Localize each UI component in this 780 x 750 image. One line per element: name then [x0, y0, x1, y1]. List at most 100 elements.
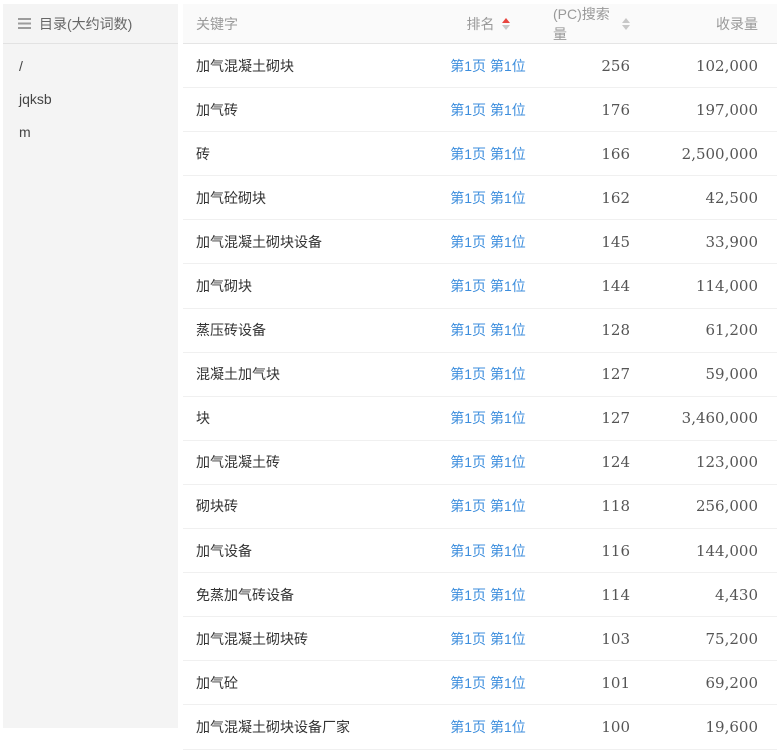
sidebar: 目录(大约词数) / jqksb m [3, 4, 178, 728]
column-header-search-volume[interactable]: (PC)搜索量 [553, 4, 633, 44]
rank-link[interactable]: 第1页 第1位 [450, 144, 525, 164]
search-volume-cell: 176 [553, 101, 633, 119]
rank-link[interactable]: 第1页 第1位 [450, 541, 525, 561]
sort-asc-icon[interactable] [622, 18, 630, 23]
index-count-cell: 61,200 [633, 321, 777, 339]
keyword-cell: 蒸压砖设备 [183, 320, 423, 340]
keyword-cell: 加气砖 [183, 100, 423, 120]
table-row: 加气砖 第1页 第1位 176 197,000 [183, 88, 777, 132]
table-row: 加气混凝土砌块砖 第1页 第1位 103 75,200 [183, 617, 777, 661]
rank-link[interactable]: 第1页 第1位 [450, 364, 525, 384]
keyword-cell: 加气混凝土砌块 [183, 56, 423, 76]
rank-link[interactable]: 第1页 第1位 [450, 56, 525, 76]
table-row: 加气设备 第1页 第1位 116 144,000 [183, 529, 777, 573]
table-body: 加气混凝土砌块 第1页 第1位 256 102,000 加气砖 第1页 第1位 … [183, 44, 777, 750]
rank-link[interactable]: 第1页 第1位 [450, 408, 525, 428]
keyword-cell: 砌块砖 [183, 496, 423, 516]
rank-header-label: 排名 [467, 14, 495, 34]
column-header-keyword: 关键字 [183, 14, 423, 34]
index-count-cell: 3,460,000 [633, 409, 777, 427]
list-icon [18, 18, 31, 29]
table-row: 砖 第1页 第1位 166 2,500,000 [183, 132, 777, 176]
table-row: 加气砼 第1页 第1位 101 69,200 [183, 661, 777, 705]
column-header-rank[interactable]: 排名 [423, 14, 553, 34]
keyword-cell: 免蒸加气砖设备 [183, 585, 423, 605]
search-volume-cell: 127 [553, 365, 633, 383]
search-volume-cell: 118 [553, 497, 633, 515]
index-count-cell: 102,000 [633, 57, 777, 75]
rank-link[interactable]: 第1页 第1位 [450, 452, 525, 472]
index-count-cell: 2,500,000 [633, 145, 777, 163]
rank-link[interactable]: 第1页 第1位 [450, 100, 525, 120]
rank-link[interactable]: 第1页 第1位 [450, 717, 525, 737]
rank-link[interactable]: 第1页 第1位 [450, 232, 525, 252]
index-count-cell: 144,000 [633, 542, 777, 560]
keyword-cell: 加气砼砌块 [183, 188, 423, 208]
sidebar-header: 目录(大约词数) [3, 4, 178, 44]
keyword-cell: 加气混凝土砖 [183, 452, 423, 472]
search-volume-cell: 116 [553, 542, 633, 560]
rank-link[interactable]: 第1页 第1位 [450, 673, 525, 693]
index-count-cell: 69,200 [633, 674, 777, 692]
sidebar-item-jqksb[interactable]: jqksb [3, 83, 178, 116]
index-count-cell: 19,600 [633, 718, 777, 736]
table-row: 加气混凝土砌块 第1页 第1位 256 102,000 [183, 44, 777, 88]
sidebar-item-m[interactable]: m [3, 116, 178, 149]
search-volume-cell: 103 [553, 630, 633, 648]
keyword-cell: 加气混凝土砌块设备 [183, 232, 423, 252]
sort-asc-icon[interactable] [502, 18, 510, 23]
search-volume-cell: 144 [553, 277, 633, 295]
rank-link[interactable]: 第1页 第1位 [450, 276, 525, 296]
sort-desc-icon[interactable] [622, 25, 630, 30]
search-volume-cell: 145 [553, 233, 633, 251]
search-volume-cell: 114 [553, 586, 633, 604]
keyword-cell: 加气砌块 [183, 276, 423, 296]
keyword-cell: 砖 [183, 144, 423, 164]
keyword-cell: 加气砼 [183, 673, 423, 693]
index-count-cell: 4,430 [633, 586, 777, 604]
sort-desc-icon[interactable] [502, 25, 510, 30]
table-row: 加气混凝土砌块设备厂家 第1页 第1位 100 19,600 [183, 705, 777, 749]
table-row: 加气混凝土砖 第1页 第1位 124 123,000 [183, 441, 777, 485]
table-row: 块 第1页 第1位 127 3,460,000 [183, 397, 777, 441]
search-volume-cell: 100 [553, 718, 633, 736]
column-header-index-count: 收录量 [633, 14, 777, 34]
keyword-cell: 加气设备 [183, 541, 423, 561]
table-row: 加气混凝土砌块设备 第1页 第1位 145 33,900 [183, 220, 777, 264]
table-row: 蒸压砖设备 第1页 第1位 128 61,200 [183, 309, 777, 353]
search-volume-cell: 128 [553, 321, 633, 339]
index-count-cell: 197,000 [633, 101, 777, 119]
table-row: 加气砼砌块 第1页 第1位 162 42,500 [183, 176, 777, 220]
rank-link[interactable]: 第1页 第1位 [450, 496, 525, 516]
table-row: 混凝土加气块 第1页 第1位 127 59,000 [183, 353, 777, 397]
table-row: 免蒸加气砖设备 第1页 第1位 114 4,430 [183, 573, 777, 617]
search-volume-cell: 162 [553, 189, 633, 207]
index-count-cell: 59,000 [633, 365, 777, 383]
table-header-row: 关键字 排名 (PC)搜索量 收录量 [183, 4, 777, 44]
index-count-cell: 123,000 [633, 453, 777, 471]
index-count-cell: 42,500 [633, 189, 777, 207]
table-row: 加气砌块 第1页 第1位 144 114,000 [183, 264, 777, 308]
search-volume-cell: 127 [553, 409, 633, 427]
search-volume-header-label: (PC)搜索量 [553, 4, 616, 44]
search-volume-cell: 256 [553, 57, 633, 75]
keyword-cell: 加气混凝土砌块砖 [183, 629, 423, 649]
search-volume-cell: 101 [553, 674, 633, 692]
table-row: 砌块砖 第1页 第1位 118 256,000 [183, 485, 777, 529]
index-count-cell: 33,900 [633, 233, 777, 251]
rank-link[interactable]: 第1页 第1位 [450, 585, 525, 605]
keyword-cell: 混凝土加气块 [183, 364, 423, 384]
index-count-cell: 256,000 [633, 497, 777, 515]
sidebar-title: 目录(大约词数) [39, 14, 132, 34]
index-count-cell: 75,200 [633, 630, 777, 648]
search-volume-cell: 124 [553, 453, 633, 471]
rank-link[interactable]: 第1页 第1位 [450, 629, 525, 649]
sidebar-directory-list: / jqksb m [3, 44, 178, 155]
rank-link[interactable]: 第1页 第1位 [450, 320, 525, 340]
rank-sort-control[interactable] [502, 18, 510, 30]
search-volume-sort-control[interactable] [622, 18, 630, 30]
sidebar-item-root[interactable]: / [3, 50, 178, 83]
rank-link[interactable]: 第1页 第1位 [450, 188, 525, 208]
keyword-cell: 块 [183, 408, 423, 428]
keyword-cell: 加气混凝土砌块设备厂家 [183, 717, 423, 737]
